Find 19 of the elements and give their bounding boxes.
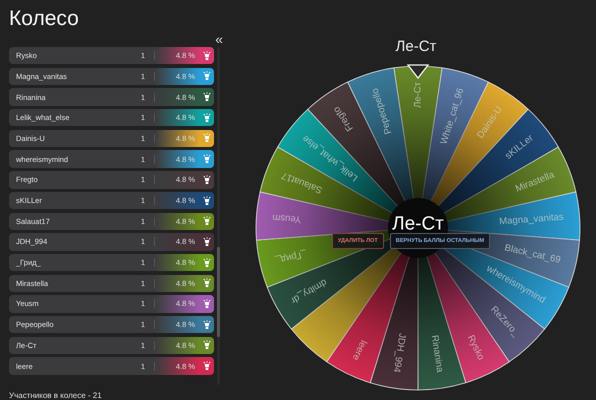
winner-title: Ле-Ст [396,38,436,56]
segment-label: Rysko [464,333,486,362]
participant-count: Участников в колесе - 21 [9,391,103,400]
bulb-icon[interactable] [203,174,211,185]
bulb-icon[interactable] [203,196,211,206]
segment-label: Yeusm [272,212,302,225]
pointer-icon [406,64,430,80]
segment-label: _Грид_ [274,248,308,266]
center-label: Ле-Ст [392,214,444,234]
segment-label: Magna_vanitas [498,212,564,228]
bulb-icon[interactable] [203,236,211,247]
segment-label: JDH_994 [390,332,408,374]
collapse-button[interactable]: « [213,32,225,46]
page-title: Колесо [9,6,80,32]
bulb-icon[interactable] [203,92,211,102]
segment-label: leere [350,338,369,362]
segment-label: Rinanina [428,334,446,374]
bulb-icon[interactable] [203,361,211,371]
segment-label: Ле-Ст [412,82,424,108]
